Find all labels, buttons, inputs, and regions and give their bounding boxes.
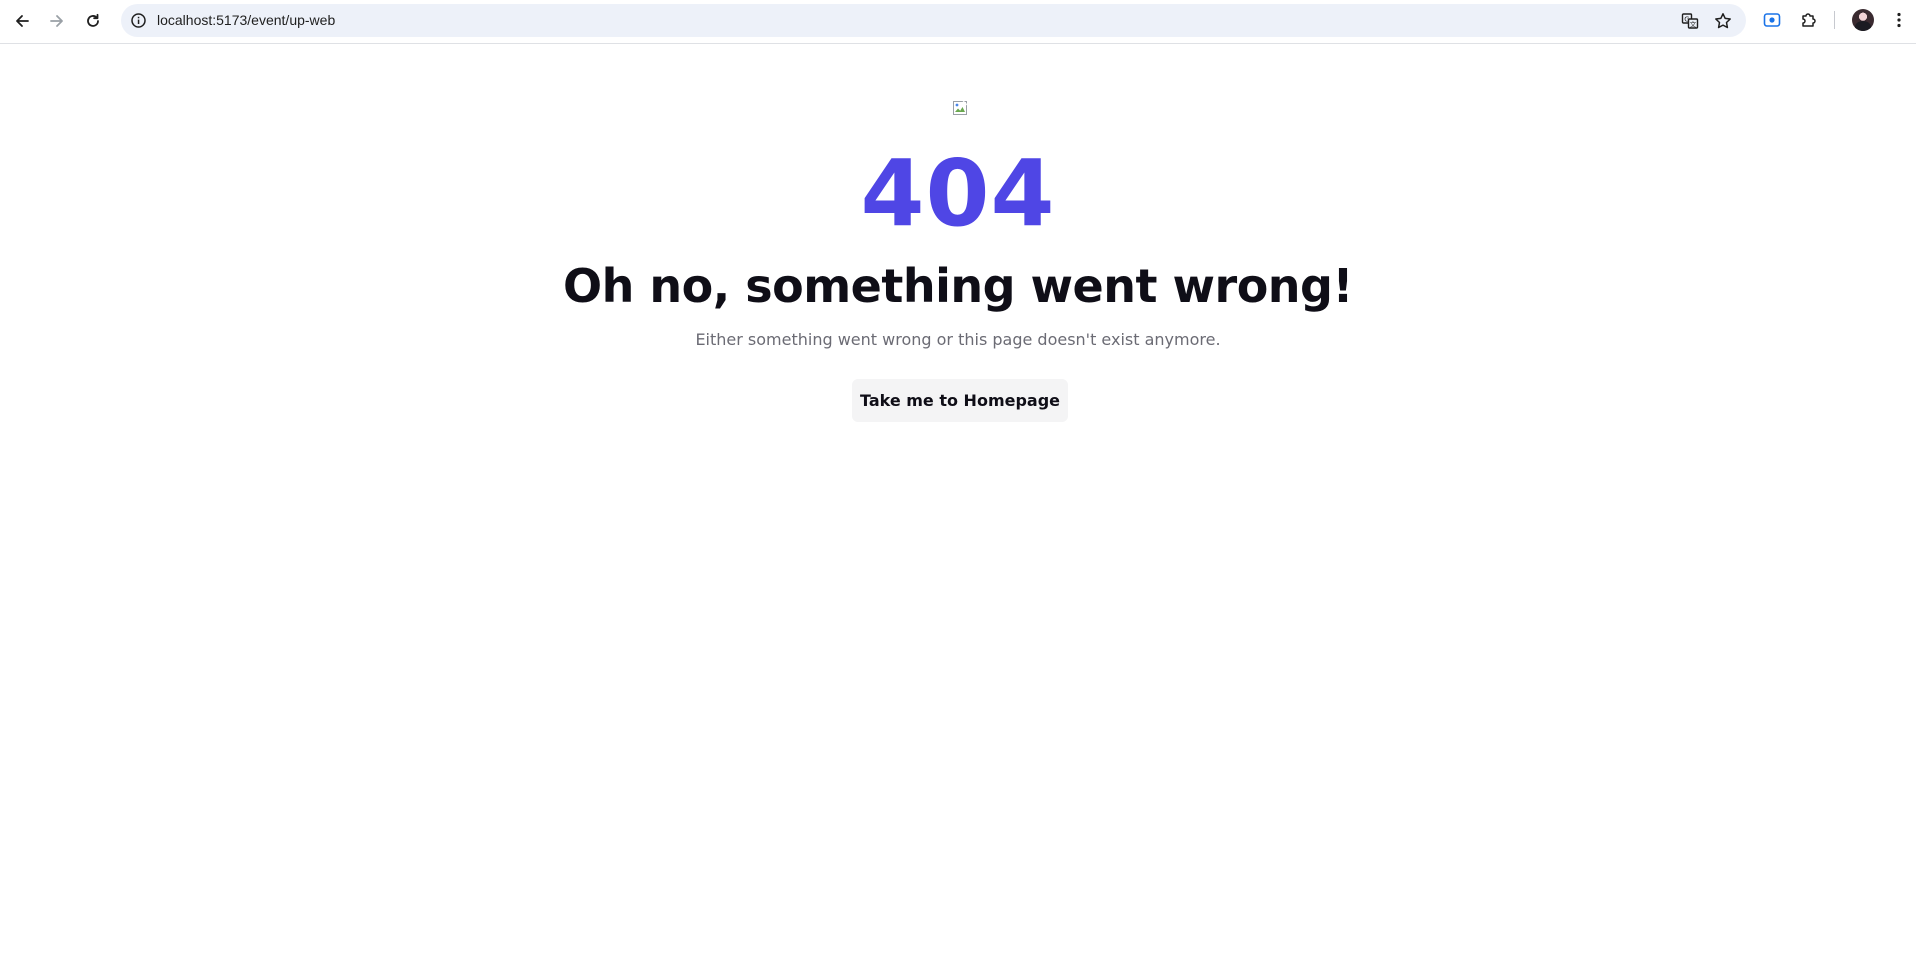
- error-message: Either something went wrong or this page…: [695, 330, 1221, 349]
- error-page: 404 Oh no, something went wrong! Either …: [0, 44, 1916, 971]
- star-icon[interactable]: [1714, 12, 1732, 30]
- arrow-right-icon: [50, 15, 63, 27]
- address-bar[interactable]: localhost:5173/event/up-web G 文: [121, 4, 1746, 37]
- browser-toolbar: localhost:5173/event/up-web G 文: [0, 0, 1916, 44]
- error-code: 404: [860, 140, 1056, 247]
- screen-record-icon[interactable]: [1762, 10, 1782, 30]
- avatar[interactable]: [1852, 9, 1874, 31]
- forward-button[interactable]: [44, 8, 70, 34]
- translate-icon[interactable]: G 文: [1681, 12, 1699, 30]
- reload-icon: [87, 13, 99, 27]
- svg-text:文: 文: [1690, 19, 1697, 28]
- puzzle-icon[interactable]: [1799, 10, 1819, 30]
- error-headline: Oh no, something went wrong!: [563, 259, 1353, 313]
- back-button[interactable]: [9, 8, 35, 34]
- info-icon[interactable]: [130, 12, 147, 29]
- toolbar-divider: [1834, 11, 1835, 29]
- arrow-left-icon: [16, 15, 29, 27]
- url-text[interactable]: localhost:5173/event/up-web: [157, 4, 335, 37]
- reload-button[interactable]: [80, 8, 106, 34]
- homepage-button[interactable]: Take me to Homepage: [852, 379, 1068, 422]
- broken-image-icon: [953, 100, 968, 115]
- kebab-menu-icon[interactable]: [1889, 10, 1909, 30]
